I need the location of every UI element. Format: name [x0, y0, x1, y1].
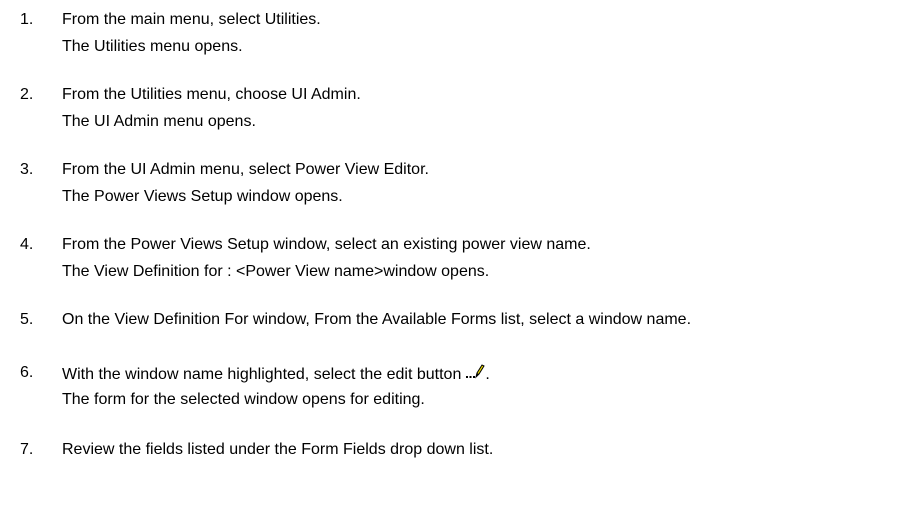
step-result: The Utilities menu opens.: [62, 38, 243, 55]
step-result: The form for the selected window opens f…: [62, 391, 425, 408]
step-instruction: From the Power Views Setup window, selec…: [62, 236, 591, 253]
edit-pencil-icon: [465, 363, 486, 387]
step-instruction: With the window name highlighted, select…: [62, 366, 462, 383]
step-instruction-line: With the window name highlighted, select…: [62, 363, 490, 387]
step-number: 2.: [20, 86, 34, 103]
step-number: 1.: [20, 11, 34, 28]
step-instruction-end: .: [485, 366, 490, 383]
step-result: The View Definition for : <Power View na…: [62, 263, 490, 280]
step-instruction: Review the fields listed under the Form …: [62, 441, 494, 458]
step-number: 4.: [20, 236, 34, 253]
step-result: The UI Admin menu opens.: [62, 113, 256, 130]
step-instruction: On the View Definition For window, From …: [62, 311, 692, 328]
step-number: 6.: [20, 364, 34, 381]
step-instruction: From the main menu, select Utilities.: [62, 11, 321, 28]
step-instruction: From the UI Admin menu, select Power Vie…: [62, 161, 429, 178]
step-number: 5.: [20, 311, 34, 328]
step-result: The Power Views Setup window opens.: [62, 188, 343, 205]
step-number: 7.: [20, 441, 34, 458]
step-instruction: From the Utilities menu, choose UI Admin…: [62, 86, 361, 103]
step-number: 3.: [20, 161, 34, 178]
